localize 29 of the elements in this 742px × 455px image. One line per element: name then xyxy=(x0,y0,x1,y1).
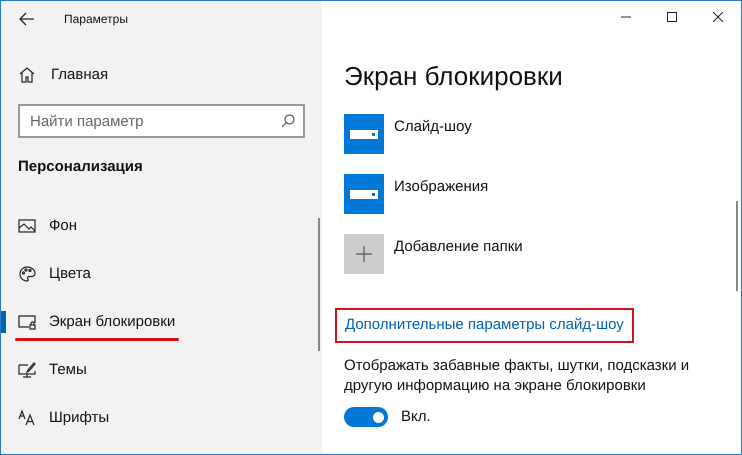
search-field[interactable]: Найти параметр xyxy=(18,104,305,138)
nav-item[interactable]: Шрифты xyxy=(1,406,114,430)
toggle-label: Вкл. xyxy=(401,407,431,427)
section-heading: Персонализация xyxy=(17,157,144,177)
nav-item[interactable]: Темы xyxy=(1,358,91,382)
toggle-switch[interactable] xyxy=(344,407,388,428)
search-icon xyxy=(281,114,295,128)
brush-monitor-icon xyxy=(18,361,36,379)
home-nav-item[interactable]: Главная xyxy=(1,57,322,93)
font-icon xyxy=(18,409,36,427)
page-title: Экран блокировки xyxy=(344,60,564,93)
folder-item[interactable]: Слайд-шоу xyxy=(344,114,472,154)
nav-item[interactable]: Цвета xyxy=(1,262,95,286)
description-text: Отображать забавные факты, шутки, подсказки и другую информацию на экране блокировки xyxy=(344,356,690,396)
slideshow-settings-link[interactable]: Дополнительные параметры слайд-шоу xyxy=(345,314,624,337)
nav-item[interactable]: Фон xyxy=(1,214,82,238)
close-icon xyxy=(713,12,723,22)
palette-icon xyxy=(18,265,36,283)
home-icon xyxy=(18,66,36,84)
nav-item[interactable]: Экран блокировки xyxy=(1,310,180,334)
plus-icon xyxy=(344,234,384,274)
maximize-icon xyxy=(667,12,677,22)
picture-icon xyxy=(18,217,36,235)
add-folder-item[interactable]: Добавление папки xyxy=(344,234,523,274)
window-title: Параметры xyxy=(64,11,128,28)
folder-item[interactable]: Изображения xyxy=(344,174,488,214)
folder-tile-icon xyxy=(344,114,384,154)
folder-tile-icon xyxy=(344,174,384,214)
lock-screen-icon xyxy=(18,313,36,331)
